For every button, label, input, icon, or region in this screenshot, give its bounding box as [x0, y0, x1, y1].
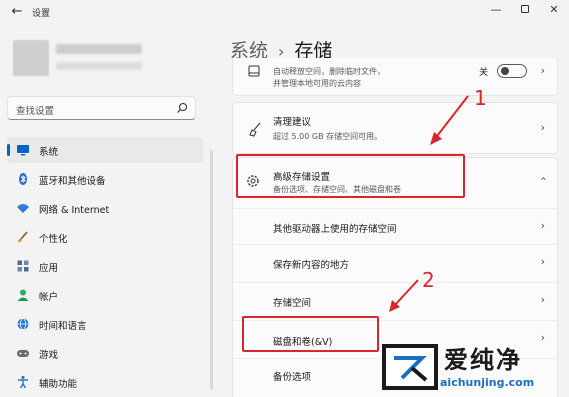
- bluetooth-icon: [19, 173, 27, 185]
- list-item[interactable]: 其他驱动器上使用的存储空间 ›: [233, 208, 557, 244]
- annotation-number-2: 2: [422, 268, 435, 292]
- highlight-box-disks: [242, 316, 379, 352]
- avatar[interactable]: [13, 40, 49, 76]
- annotation-number-1: 1: [474, 86, 487, 110]
- chevron-up-icon: ›: [536, 176, 550, 181]
- chevron-right-icon: ›: [540, 293, 545, 306]
- watermark-url: aichunjing.com: [440, 376, 535, 389]
- cleanup-subtitle: 超过 5.00 GB 存储空间可用。: [273, 132, 383, 141]
- back-arrow-icon[interactable]: ←: [8, 3, 26, 21]
- profile-name-blurred: [56, 44, 142, 54]
- storage-sense-desc-2: 并管理本地可用的云内容: [273, 79, 361, 88]
- sidebar-item-label: 个性化: [39, 234, 68, 245]
- profile-email-blurred: [56, 62, 142, 70]
- cleanup-recommendations-card[interactable]: 清理建议 超过 5.00 GB 存储空间可用。 ›: [232, 102, 558, 154]
- storage-sense-toggle[interactable]: [497, 64, 527, 78]
- storage-sense-icon: [248, 65, 260, 77]
- sidebar-item-label: 网络 & Internet: [39, 205, 110, 216]
- monitor-icon: [17, 145, 29, 156]
- sidebar-item-label: 应用: [39, 263, 59, 274]
- chevron-right-icon: ›: [540, 255, 545, 268]
- watermark-emblem-icon: [382, 344, 438, 390]
- accessibility-icon: [18, 375, 28, 389]
- sidebar-item-time-language[interactable]: 时间和语言: [7, 311, 203, 337]
- sidebar-item-accessibility[interactable]: 辅助功能: [7, 369, 203, 395]
- toggle-state-label: 关: [479, 68, 489, 78]
- sidebar-item-bluetooth[interactable]: 蓝牙和其他设备: [7, 166, 203, 192]
- sidebar-item-label: 游戏: [39, 350, 59, 361]
- subitem-label: 其他驱动器上使用的存储空间: [273, 224, 397, 235]
- cleanup-title: 清理建议: [273, 117, 312, 128]
- apps-icon: [17, 260, 29, 272]
- sidebar-item-label: 辅助功能: [39, 379, 78, 390]
- wifi-icon: [17, 204, 29, 213]
- watermark-logo: 爱纯净 aichunjing.com: [378, 340, 566, 394]
- subitem-label: 存储空间: [273, 298, 312, 309]
- sidebar-item-label: 时间和语言: [39, 321, 87, 332]
- subitem-label: 备份选项: [273, 372, 312, 383]
- chevron-right-icon: ›: [540, 121, 545, 134]
- chevron-right-icon: ›: [540, 219, 545, 232]
- gamepad-icon: [17, 350, 29, 357]
- sidebar-item-system[interactable]: 系统: [7, 137, 203, 163]
- sidebar-item-accounts[interactable]: 帐户: [7, 282, 203, 308]
- globe-icon: [17, 318, 29, 330]
- close-button[interactable]: ✕: [536, 0, 569, 22]
- sidebar-item-label: 系统: [39, 147, 59, 158]
- sidebar-item-label: 帐户: [39, 292, 59, 303]
- annotation-arrow-1: [430, 95, 469, 145]
- sidebar-item-personalization[interactable]: 个性化: [7, 224, 203, 250]
- storage-sense-desc-1: 自动释放空间，删除临时文件，: [273, 67, 385, 76]
- scrollbar-track[interactable]: [210, 150, 213, 390]
- sidebar-item-network[interactable]: 网络 & Internet: [7, 195, 203, 221]
- search-placeholder: 查找设置: [16, 106, 55, 117]
- search-icon: [177, 102, 188, 113]
- sidebar-item-gaming[interactable]: 游戏: [7, 340, 203, 366]
- sidebar-item-label: 蓝牙和其他设备: [39, 176, 106, 187]
- highlight-box-advanced: [236, 154, 465, 198]
- brush-icon: [18, 231, 28, 243]
- title-bar: ← 设置 — ✕: [0, 0, 569, 26]
- window-title: 设置: [32, 9, 51, 19]
- watermark-brand: 爱纯净: [444, 346, 522, 374]
- subitem-label: 保存新内容的地方: [273, 260, 350, 271]
- broom-icon: [249, 122, 261, 137]
- person-icon: [17, 289, 29, 301]
- sidebar-item-apps[interactable]: 应用: [7, 253, 203, 279]
- search-input[interactable]: 查找设置: [7, 96, 196, 120]
- chevron-right-icon: ›: [540, 64, 545, 77]
